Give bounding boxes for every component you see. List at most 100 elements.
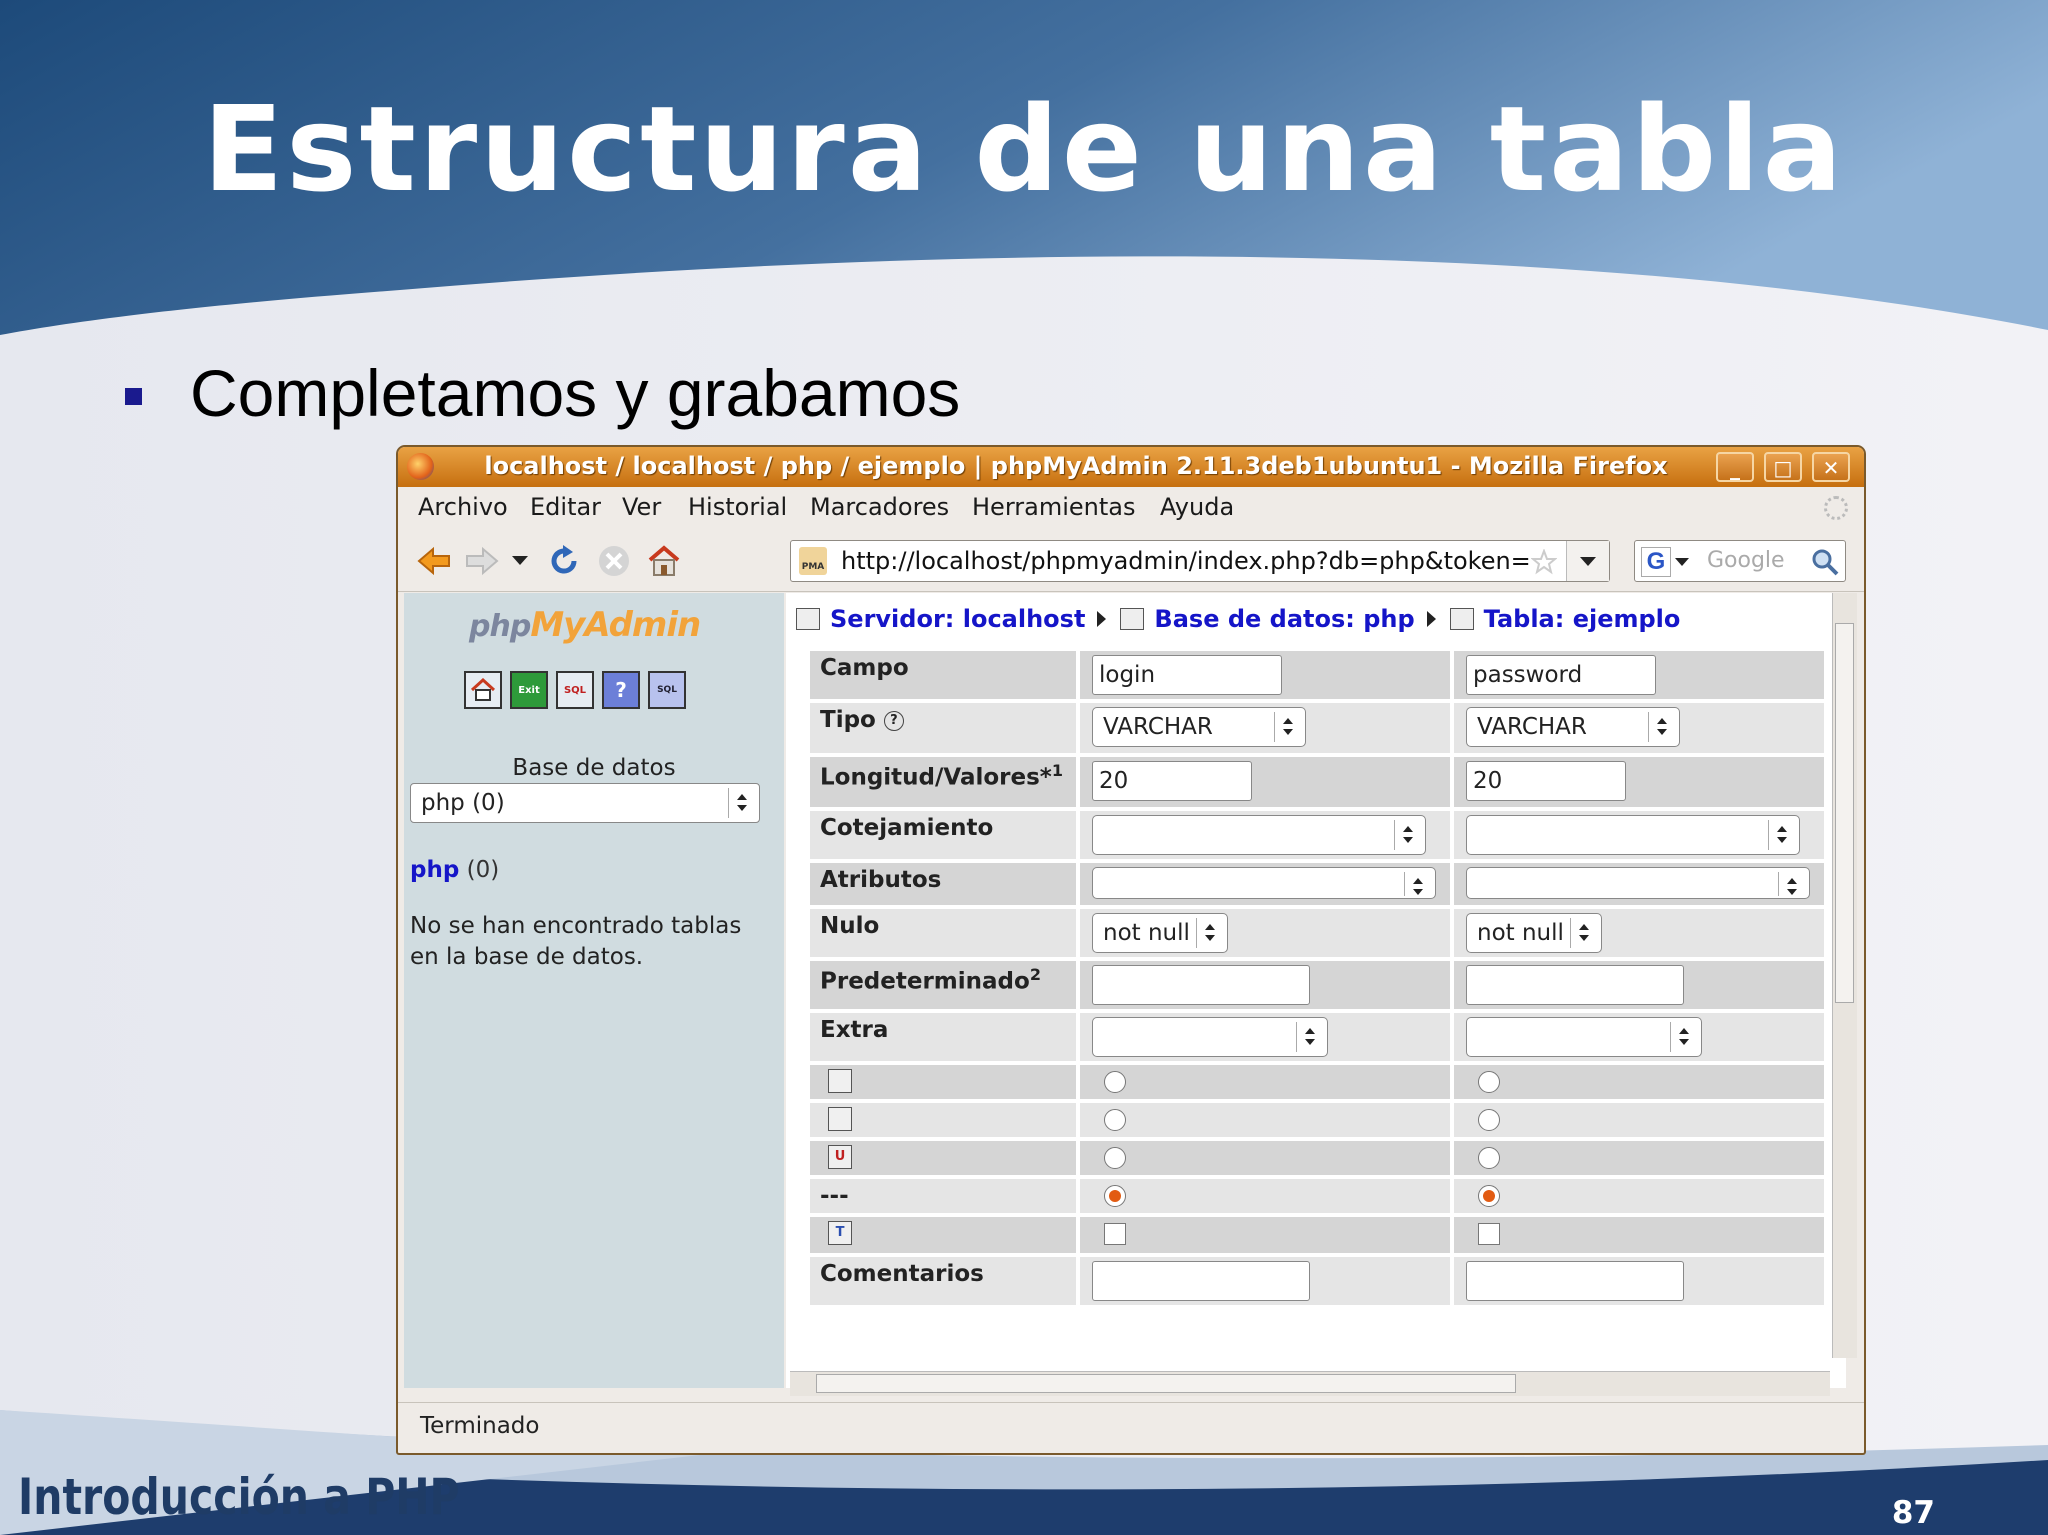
breadcrumb-table[interactable]: Tabla: ejemplo xyxy=(1484,605,1681,633)
select-arrows-icon xyxy=(1196,918,1223,948)
table-row: --- xyxy=(810,1179,1824,1213)
no-index-radio[interactable] xyxy=(1104,1185,1126,1207)
close-button[interactable]: ✕ xyxy=(1812,452,1850,482)
horizontal-scroll-thumb[interactable] xyxy=(816,1374,1516,1393)
select-arrows-icon xyxy=(1296,1022,1323,1052)
database-select[interactable]: php (0) xyxy=(410,783,760,823)
site-favicon-icon: PMA xyxy=(799,547,827,575)
null-select[interactable]: not null xyxy=(1092,913,1228,953)
footer-title: Introducción a PHP xyxy=(18,1468,460,1526)
pma-sidebar: phpMyAdmin Exit SQL ? SQL Base de datos … xyxy=(404,593,784,1388)
label-tipo: Tipo ? xyxy=(810,703,1076,753)
status-text: Terminado xyxy=(420,1413,540,1439)
primary-key-radio[interactable] xyxy=(1104,1071,1126,1093)
horizontal-scrollbar[interactable] xyxy=(790,1371,1830,1396)
table-row: Nulo not null not null xyxy=(810,909,1824,957)
reload-icon[interactable] xyxy=(546,543,582,579)
minimize-button[interactable]: _ xyxy=(1716,452,1754,482)
back-arrow-icon[interactable] xyxy=(416,543,452,579)
home-icon[interactable] xyxy=(464,671,502,709)
length-input[interactable]: 20 xyxy=(1092,761,1252,801)
vertical-scroll-thumb[interactable] xyxy=(1835,623,1854,1003)
select-arrows-icon xyxy=(1394,820,1421,850)
menu-ayuda[interactable]: Ayuda xyxy=(1160,493,1234,521)
type-select[interactable]: VARCHAR xyxy=(1092,707,1306,747)
url-dropdown-button[interactable] xyxy=(1566,541,1609,581)
search-bar[interactable]: G Google xyxy=(1634,540,1846,582)
label-cotejamiento: Cotejamiento xyxy=(810,811,1076,859)
type-select[interactable]: VARCHAR xyxy=(1466,707,1680,747)
comments-input[interactable] xyxy=(1092,1261,1310,1301)
length-input[interactable]: 20 xyxy=(1466,761,1626,801)
menu-historial[interactable]: Historial xyxy=(688,493,787,521)
select-arrows-icon xyxy=(1404,872,1431,896)
url-text[interactable]: http://localhost/phpmyadmin/index.php?db… xyxy=(841,547,1531,575)
collation-select[interactable] xyxy=(1092,815,1426,855)
label-extra: Extra xyxy=(810,1013,1076,1061)
search-placeholder: Google xyxy=(1707,548,1785,573)
default-input[interactable] xyxy=(1092,965,1310,1005)
extra-select[interactable] xyxy=(1466,1017,1702,1057)
primary-key-radio[interactable] xyxy=(1478,1071,1500,1093)
help-icon[interactable]: ? xyxy=(602,671,640,709)
database-label: Base de datos xyxy=(512,755,676,781)
attributes-select[interactable] xyxy=(1092,867,1436,899)
null-select[interactable]: not null xyxy=(1466,913,1602,953)
index-radio[interactable] xyxy=(1104,1109,1126,1131)
browser-window: localhost / localhost / php / ejemplo | … xyxy=(396,445,1866,1455)
main-content: Servidor: localhost Base de datos: php T… xyxy=(786,593,1846,1388)
query-window-icon[interactable]: SQL xyxy=(648,671,686,709)
extra-select[interactable] xyxy=(1092,1017,1328,1057)
no-tables-message: No se han encontrado tablas en la base d… xyxy=(410,913,742,970)
vertical-scrollbar[interactable] xyxy=(1832,593,1857,1358)
database-link[interactable]: php xyxy=(410,857,459,883)
bullet-marker xyxy=(125,388,142,405)
collation-select[interactable] xyxy=(1466,815,1800,855)
exit-icon[interactable]: Exit xyxy=(510,671,548,709)
default-input[interactable] xyxy=(1466,965,1684,1005)
select-arrows-icon xyxy=(1670,1022,1697,1052)
no-index-radio[interactable] xyxy=(1478,1185,1500,1207)
search-icon[interactable] xyxy=(1811,548,1839,576)
index-radio[interactable] xyxy=(1478,1109,1500,1131)
label-atributos: Atributos xyxy=(810,863,1076,905)
table-icon xyxy=(1449,608,1474,630)
comments-input[interactable] xyxy=(1466,1261,1684,1301)
forward-arrow-icon[interactable] xyxy=(464,543,500,579)
table-row xyxy=(810,1065,1824,1099)
menu-editar[interactable]: Editar xyxy=(530,493,601,521)
url-bar[interactable]: PMA http://localhost/phpmyadmin/index.ph… xyxy=(790,540,1610,582)
menu-archivo[interactable]: Archivo xyxy=(418,493,508,521)
attributes-select[interactable] xyxy=(1466,867,1810,899)
engine-dropdown-icon[interactable] xyxy=(1675,558,1689,567)
google-engine-icon[interactable]: G xyxy=(1641,547,1671,577)
database-icon xyxy=(1120,608,1145,630)
menu-ver[interactable]: Ver xyxy=(622,493,661,521)
maximize-button[interactable]: □ xyxy=(1764,452,1802,482)
stop-icon[interactable] xyxy=(596,543,632,579)
select-arrows-icon xyxy=(1274,712,1301,742)
table-row: Longitud/Valores*1 20 20 xyxy=(810,757,1824,807)
sql-icon[interactable]: SQL xyxy=(556,671,594,709)
phpmyadmin-logo[interactable]: phpMyAdmin xyxy=(469,605,701,645)
bookmark-star-icon[interactable] xyxy=(1531,549,1557,575)
home-icon[interactable] xyxy=(646,543,682,579)
table-row: T xyxy=(810,1217,1824,1253)
index-icon xyxy=(828,1107,852,1131)
breadcrumb-database[interactable]: Base de datos: php xyxy=(1154,605,1414,633)
history-dropdown-icon[interactable] xyxy=(510,543,530,579)
fulltext-checkbox[interactable] xyxy=(1478,1223,1500,1245)
field-name-input[interactable]: password xyxy=(1466,655,1656,695)
menu-marcadores[interactable]: Marcadores xyxy=(810,493,949,521)
menu-herramientas[interactable]: Herramientas xyxy=(972,493,1135,521)
table-row: Predeterminado2 xyxy=(810,961,1824,1009)
title-bar[interactable]: localhost / localhost / php / ejemplo | … xyxy=(398,447,1864,487)
field-name-input[interactable]: login xyxy=(1092,655,1282,695)
unique-radio[interactable] xyxy=(1478,1147,1500,1169)
fulltext-checkbox[interactable] xyxy=(1104,1223,1126,1245)
help-icon[interactable]: ? xyxy=(883,710,904,731)
label-predeterminado: Predeterminado2 xyxy=(810,961,1076,1009)
unique-radio[interactable] xyxy=(1104,1147,1126,1169)
breadcrumb-server[interactable]: Servidor: localhost xyxy=(830,605,1085,633)
breadcrumb-separator-icon xyxy=(1097,611,1107,627)
